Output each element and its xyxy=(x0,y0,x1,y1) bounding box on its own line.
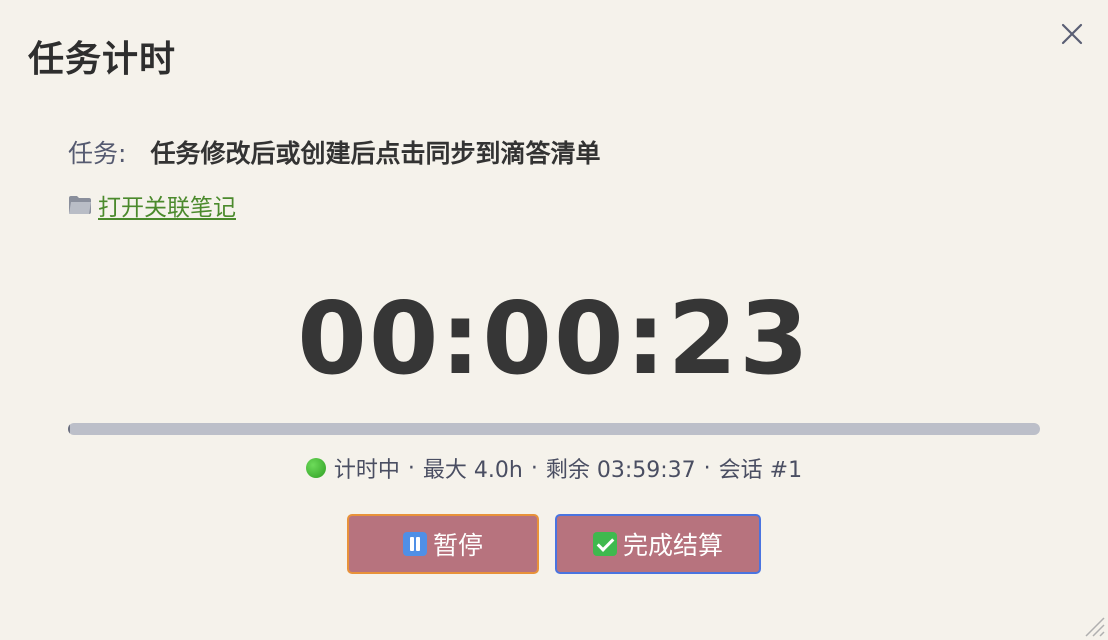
task-row: 任务: 任务修改后或创建后点击同步到滴答清单 xyxy=(68,134,600,170)
open-linked-note-link[interactable]: 打开关联笔记 xyxy=(68,188,236,222)
open-linked-note-label: 打开关联笔记 xyxy=(98,195,236,221)
status-separator: · xyxy=(703,455,711,481)
status-session: 会话 #1 xyxy=(718,458,803,483)
task-label: 任务: xyxy=(68,139,127,168)
folder-icon xyxy=(69,196,91,214)
close-icon xyxy=(1061,23,1083,45)
status-separator: · xyxy=(530,455,538,481)
progress-bar xyxy=(68,423,1040,435)
status-state: 计时中 xyxy=(333,458,400,483)
progress-fill xyxy=(68,423,70,435)
finish-button-label: 完成结算 xyxy=(622,531,723,560)
action-buttons: 暂停 完成结算 xyxy=(0,514,1108,574)
timer-display: 00:00:23 xyxy=(297,280,811,397)
dialog-title: 任务计时 xyxy=(28,39,177,80)
pause-button[interactable]: 暂停 xyxy=(347,514,539,574)
resize-handle-icon[interactable] xyxy=(1078,610,1106,638)
task-name: 任务修改后或创建后点击同步到滴答清单 xyxy=(150,139,601,168)
status-remaining: 剩余 03:59:37 xyxy=(545,458,696,483)
check-icon xyxy=(592,532,617,556)
status-separator: · xyxy=(407,455,415,481)
status-line: 计时中 · 最大 4.0h · 剩余 03:59:37 · 会话 #1 xyxy=(0,452,1108,484)
timer-dialog: 任务计时 任务: 任务修改后或创建后点击同步到滴答清单 打开关联笔记 00:00… xyxy=(0,0,1108,640)
finish-settle-button[interactable]: 完成结算 xyxy=(555,514,761,574)
status-max: 最大 4.0h xyxy=(422,458,523,483)
pause-icon xyxy=(402,532,427,556)
running-status-icon xyxy=(305,458,326,478)
close-button[interactable] xyxy=(1056,18,1088,50)
pause-button-label: 暂停 xyxy=(432,531,483,560)
